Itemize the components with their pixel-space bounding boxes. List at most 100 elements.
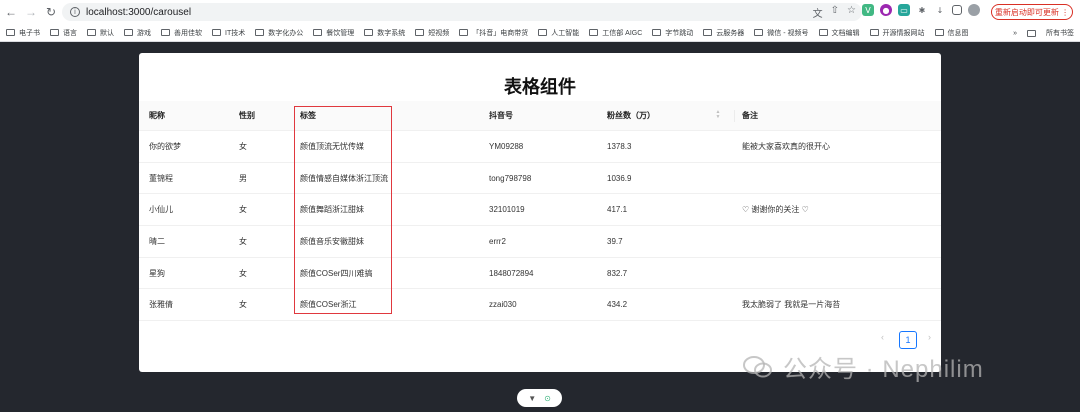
extension-purple-icon[interactable]: ● <box>880 4 892 16</box>
bookmark-folder[interactable]: 人工智能 <box>538 28 579 38</box>
folder-icon <box>818 29 828 36</box>
column-header: 昵称 <box>149 111 165 120</box>
translate-icon[interactable]: 文 <box>813 5 823 20</box>
table-cell: errr2 <box>489 236 506 246</box>
bookmark-folder[interactable]: 云服务器 <box>703 28 744 38</box>
bookmark-folder[interactable]: 短视频 <box>415 28 449 38</box>
vue-logo-icon[interactable]: ▼ <box>528 394 536 403</box>
devtools-toggle[interactable]: ▼ ⊙ <box>517 389 562 407</box>
more-bookmarks-button[interactable]: » <box>1013 30 1017 37</box>
bookmark-label: 开源情报网站 <box>882 29 925 37</box>
table-header: ▲ ▼ 昵称 性别 标签 抖音号 粉丝数（万） 备注 <box>139 101 941 131</box>
bookmark-label: 文档编辑 <box>831 29 860 37</box>
table-cell: 39.7 <box>607 236 623 246</box>
folder-icon <box>538 29 548 36</box>
all-bookmarks-label[interactable]: 所有书签 <box>1046 28 1074 38</box>
download-icon[interactable]: ↓ <box>934 4 946 16</box>
table-row: 小仙儿 女 颜值舞蹈浙江甜妹 32101019 417.1 ♡ 谢谢你的关注 ♡ <box>139 194 941 227</box>
site-info-icon[interactable]: i <box>70 7 80 17</box>
bookmark-folder[interactable]: 电子书 <box>6 28 40 38</box>
table-cell: 女 <box>239 141 247 151</box>
folder-icon <box>364 29 374 36</box>
table-cell: 星狗 <box>149 268 165 278</box>
column-header: 标签 <box>300 111 316 120</box>
bookmark-label: 短视频 <box>428 29 450 37</box>
table-cell: 女 <box>239 300 247 310</box>
bookmark-folder[interactable]: 「抖音」电商带货 <box>459 28 528 38</box>
inspector-icon[interactable]: ⊙ <box>544 394 551 403</box>
forward-icon[interactable]: → <box>22 3 40 21</box>
table-cell: 417.1 <box>607 205 628 215</box>
sort-icon[interactable]: ▲ ▼ <box>714 110 722 120</box>
bookmark-folder[interactable]: IT技术 <box>212 28 245 38</box>
address-url[interactable]: localhost:3000/carousel <box>86 7 191 18</box>
back-icon[interactable]: ← <box>2 3 20 21</box>
folder-icon <box>212 29 221 36</box>
reload-icon[interactable]: ↻ <box>42 3 60 21</box>
column-header[interactable]: 粉丝数（万） <box>607 101 655 130</box>
column-header: 性别 <box>239 111 255 120</box>
table-cell: 434.2 <box>607 300 628 310</box>
bookmark-label: 游戏 <box>137 29 151 37</box>
folder-icon <box>652 29 662 36</box>
table-cell: 颜值COSer四川难搞 <box>300 268 373 278</box>
bookmark-label: 工信部 AIGC <box>602 29 643 37</box>
bookmark-label: 电子书 <box>19 29 40 37</box>
page-1-button[interactable]: 1 <box>899 331 917 349</box>
bookmark-folder[interactable]: 工信部 AIGC <box>589 28 642 38</box>
table-card: 表格组件 ▲ ▼ 昵称 性别 标签 抖音号 粉丝数（万） 备注 你的欲梦女颜值顶流无忧传媒 Y… <box>139 53 941 372</box>
folder-icon <box>50 29 59 36</box>
bookmarks-bar-right: » 所有书签 <box>1013 28 1074 38</box>
table-cell: tong798798 <box>489 173 532 183</box>
table-cell: 女 <box>239 236 247 246</box>
bookmark-folder[interactable]: 文档编辑 <box>818 28 860 38</box>
folder-icon <box>703 29 713 36</box>
folder-icon <box>255 29 265 36</box>
folder-icon <box>124 29 133 36</box>
folder-icon <box>754 29 764 36</box>
extensions: V ● ▭ ✱ ↓ <box>862 4 980 16</box>
prev-page-button[interactable]: ‹ <box>881 332 884 342</box>
folder-icon <box>87 29 96 36</box>
bookmark-label: 信息图 <box>947 29 969 37</box>
address-bar[interactable]: i localhost:3000/carousel 文 ⇧ ☆ <box>62 3 862 21</box>
bookmark-label: 云服务器 <box>716 29 745 37</box>
bookmark-folder[interactable]: 餐饮管理 <box>313 28 354 38</box>
bookmark-folder[interactable]: 数字化办公 <box>255 28 303 38</box>
bookmark-label: 「抖音」电商带货 <box>472 29 529 37</box>
bookmark-folder[interactable]: 信息图 <box>934 28 969 38</box>
bookmark-folder[interactable]: 微信 - 视频号 <box>754 28 809 38</box>
watermark: 公众号 · Nephilim <box>743 349 984 384</box>
table-cell: 颜值音乐安徽甜妹 <box>300 236 364 246</box>
extension-green-icon[interactable]: ▭ <box>898 4 910 16</box>
folder-icon <box>6 29 15 36</box>
bookmark-folder[interactable]: 开源情报网站 <box>869 28 925 38</box>
relaunch-update-button[interactable]: 重新启动即可更新 ⋮ <box>991 4 1073 20</box>
bookmark-folder[interactable]: 数字系统 <box>364 28 405 38</box>
folder-icon <box>313 29 323 36</box>
next-page-button[interactable]: › <box>928 332 931 342</box>
bookmark-folder[interactable]: 字节跳动 <box>652 28 693 38</box>
bookmark-folder[interactable]: 善用佳软 <box>161 28 202 38</box>
table-cell: 832.7 <box>607 268 628 278</box>
bookmark-folder[interactable]: 语言 <box>50 28 77 38</box>
table-cell: 女 <box>239 268 247 278</box>
bookmark-folder[interactable]: 游戏 <box>124 28 151 38</box>
vue-devtools-icon[interactable]: V <box>862 4 874 16</box>
table-cell: 董锦程 <box>149 173 173 183</box>
profile-avatar-icon[interactable] <box>968 4 980 16</box>
table-row: 张雅倩 女 颜值COSer浙江 zzai030 434.2 我太脆弱了 我就是一片海苔 <box>139 290 941 322</box>
table-cell: ♡ 谢谢你的关注 ♡ <box>742 205 809 215</box>
table-row: 星狗 女 颜值COSer四川难搞 1848072894 832.7 <box>139 258 941 290</box>
bookmark-folder[interactable]: 默认 <box>87 28 114 38</box>
bookmark-label: 字节跳动 <box>665 29 694 37</box>
puzzle-icon[interactable]: ✱ <box>916 4 928 16</box>
bookmark-star-icon[interactable]: ☆ <box>847 5 856 20</box>
column-header: 备注 <box>742 111 758 120</box>
bookmark-label: IT技术 <box>225 29 246 37</box>
side-panel-icon[interactable] <box>952 5 962 15</box>
bookmark-label: 数字化办公 <box>268 29 304 37</box>
folder-icon <box>934 29 944 36</box>
bookmark-label: 默认 <box>100 29 114 37</box>
share-icon[interactable]: ⇧ <box>831 5 839 20</box>
